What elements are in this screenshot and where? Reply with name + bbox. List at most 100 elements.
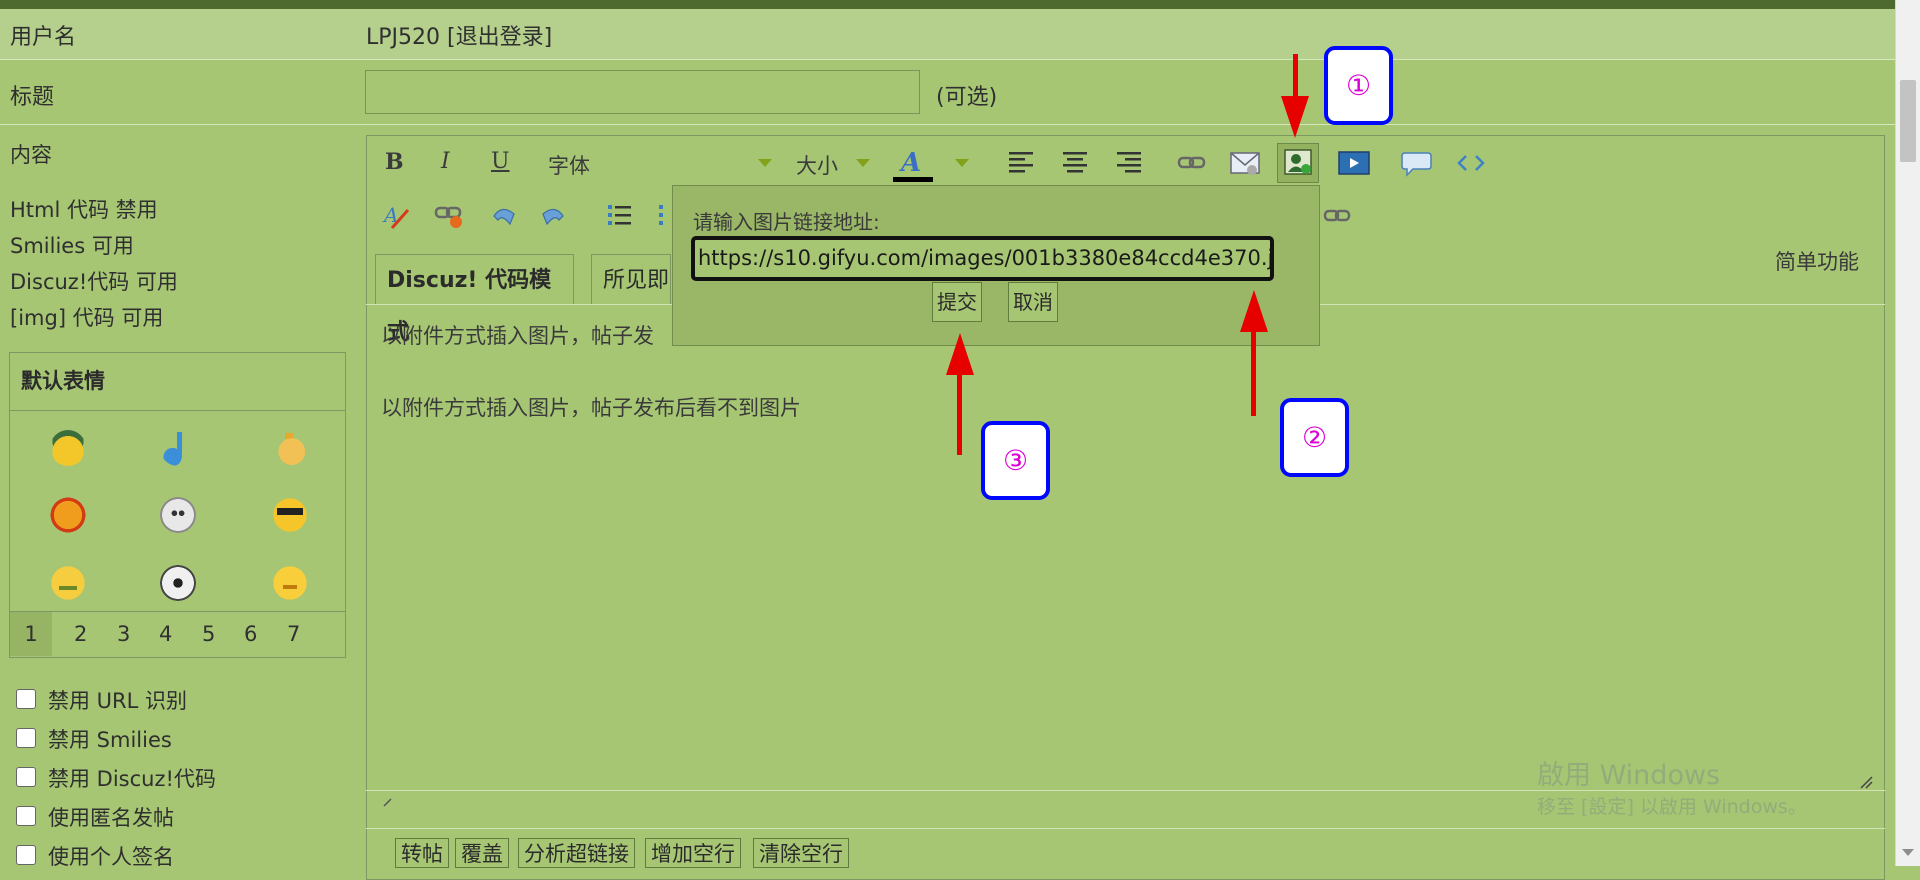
email-icon[interactable] xyxy=(1230,150,1262,178)
optional-hint: (可选) xyxy=(936,85,998,110)
html-status: Html 代码 禁用 xyxy=(10,198,158,222)
checkbox[interactable] xyxy=(16,689,36,709)
page-3[interactable]: 3 xyxy=(117,622,130,646)
username-value: LPJ520 [退出登录] xyxy=(366,19,552,51)
username: LPJ520 xyxy=(366,25,441,50)
editor-line-1[interactable]: 以附件方式插入图片，帖子发 xyxy=(381,320,654,350)
top-border xyxy=(0,0,1896,9)
smilies-title: 默认表情 xyxy=(10,353,345,411)
font-color-icon[interactable]: A xyxy=(893,145,933,185)
page-scrollbar[interactable] xyxy=(1895,0,1920,866)
page-4[interactable]: 4 xyxy=(159,622,172,646)
option-disable-smilies[interactable]: 禁用 Smilies xyxy=(16,724,172,754)
tab-discuz-code-mode[interactable]: Discuz! 代码模式 xyxy=(375,254,574,345)
content-label: 内容 xyxy=(10,143,52,167)
page-6[interactable]: 6 xyxy=(244,622,257,646)
image-url-input[interactable]: https://s10.gifyu.com/images/001b3380e84… xyxy=(691,236,1274,281)
user-row xyxy=(0,9,1896,60)
skull-icon[interactable] xyxy=(160,497,196,533)
underline-icon[interactable]: U xyxy=(491,149,510,174)
option-anonymous[interactable]: 使用匿名发帖 xyxy=(16,802,174,832)
page-2[interactable]: 2 xyxy=(74,622,87,646)
page-1[interactable]: 1 xyxy=(10,612,52,656)
font-select[interactable]: 字体 xyxy=(548,150,590,180)
align-left-icon[interactable] xyxy=(1008,150,1034,174)
link-icon[interactable] xyxy=(1177,153,1207,173)
bold-icon[interactable]: B xyxy=(385,149,404,175)
quote-icon[interactable] xyxy=(1401,150,1433,178)
callout-3: ③ xyxy=(981,421,1050,500)
angry-smiley-icon[interactable] xyxy=(50,497,86,533)
font-color-dropdown-icon[interactable] xyxy=(955,159,969,167)
sleepy-smiley-icon[interactable] xyxy=(272,565,308,601)
buttons-divider xyxy=(366,828,1885,829)
username-label: 用户名 xyxy=(10,25,77,50)
italic-icon[interactable]: I xyxy=(441,149,450,174)
activation-watermark-hint: 移至 [設定] 以啟用 Windows。 xyxy=(1537,796,1807,818)
logout-link[interactable]: [退出登录] xyxy=(447,25,552,50)
arrow-2-head xyxy=(1240,290,1268,332)
smilies-panel: 默认表情 1 2 3 4 5 6 7 xyxy=(9,352,346,658)
checkbox[interactable] xyxy=(16,728,36,748)
option-disable-url[interactable]: 禁用 URL 识别 xyxy=(16,685,187,715)
undo-icon[interactable] xyxy=(488,202,518,230)
cancel-button[interactable]: 取消 xyxy=(1008,282,1058,322)
insert-media-icon[interactable] xyxy=(1338,150,1370,178)
overwrite-button[interactable]: 覆盖 xyxy=(455,838,509,868)
smilies-grid xyxy=(10,410,345,611)
insert-image-button[interactable] xyxy=(1277,143,1319,183)
smilies-status: Smilies 可用 xyxy=(10,234,134,258)
scroll-down-arrow-icon[interactable] xyxy=(1902,849,1914,856)
svg-text:A: A xyxy=(898,148,921,178)
insert-image-icon[interactable] xyxy=(1284,149,1314,177)
repost-button[interactable]: 转帖 xyxy=(395,838,449,868)
small-resize-icon xyxy=(383,798,392,807)
size-select[interactable]: 大小 xyxy=(796,150,838,180)
callout-2: ② xyxy=(1280,398,1349,477)
editor-line-2[interactable]: 以附件方式插入图片，帖子发布后看不到图片 xyxy=(381,392,801,422)
ordered-list-icon[interactable] xyxy=(605,202,633,230)
scrollbar-thumb[interactable] xyxy=(1900,80,1916,162)
submit-button[interactable]: 提交 xyxy=(932,282,982,322)
add-blank-lines-button[interactable]: 增加空行 xyxy=(645,838,741,868)
title-input[interactable] xyxy=(365,70,920,114)
img-status: [img] 代码 可用 xyxy=(10,306,164,330)
simple-function-link[interactable]: 简单功能 xyxy=(1775,246,1859,276)
font-dropdown-icon[interactable] xyxy=(758,159,772,167)
option-disable-discuz[interactable]: 禁用 Discuz!代码 xyxy=(16,763,216,793)
arrow-3-shaft xyxy=(957,372,962,455)
redo-icon[interactable] xyxy=(539,202,569,230)
music-note-icon[interactable] xyxy=(160,430,196,466)
page-5[interactable]: 5 xyxy=(202,622,215,646)
clear-format-icon[interactable]: A xyxy=(382,202,412,230)
unlink-icon[interactable] xyxy=(434,202,466,230)
image-url-popup: 请输入图片链接地址: https://s10.gifyu.com/images/… xyxy=(672,185,1320,346)
code-icon[interactable] xyxy=(1456,152,1486,174)
callout-1: ① xyxy=(1324,46,1393,125)
checkbox[interactable] xyxy=(16,845,36,865)
checkbox[interactable] xyxy=(16,806,36,826)
checkbox[interactable] xyxy=(16,767,36,787)
activation-watermark-title: 啟用 Windows xyxy=(1537,760,1721,791)
cool-smiley-icon[interactable] xyxy=(272,497,308,533)
align-center-icon[interactable] xyxy=(1062,150,1088,174)
arrow-2-shaft xyxy=(1251,330,1256,416)
soccer-ball-icon[interactable] xyxy=(160,565,196,601)
align-right-icon[interactable] xyxy=(1116,150,1142,174)
popup-label: 请输入图片链接地址: xyxy=(693,210,880,234)
soldier-smiley-icon[interactable] xyxy=(50,430,86,466)
option-signature[interactable]: 使用个人签名 xyxy=(16,841,174,871)
thumbs-up-icon[interactable] xyxy=(272,430,308,466)
clear-blank-lines-button[interactable]: 清除空行 xyxy=(753,838,849,868)
discuz-status: Discuz!代码 可用 xyxy=(10,270,178,294)
page-7[interactable]: 7 xyxy=(287,622,300,646)
analyze-links-button[interactable]: 分析超链接 xyxy=(518,838,635,868)
arrow-3-head xyxy=(946,333,974,375)
tab-wysiwyg-mode[interactable]: 所见即 xyxy=(591,254,671,305)
table-icon[interactable] xyxy=(1323,206,1353,226)
resize-grip-icon[interactable] xyxy=(1859,775,1873,789)
title-label: 标题 xyxy=(10,85,55,110)
sick-smiley-icon[interactable] xyxy=(50,565,86,601)
arrow-1-head xyxy=(1281,96,1309,138)
size-dropdown-icon[interactable] xyxy=(856,159,870,167)
